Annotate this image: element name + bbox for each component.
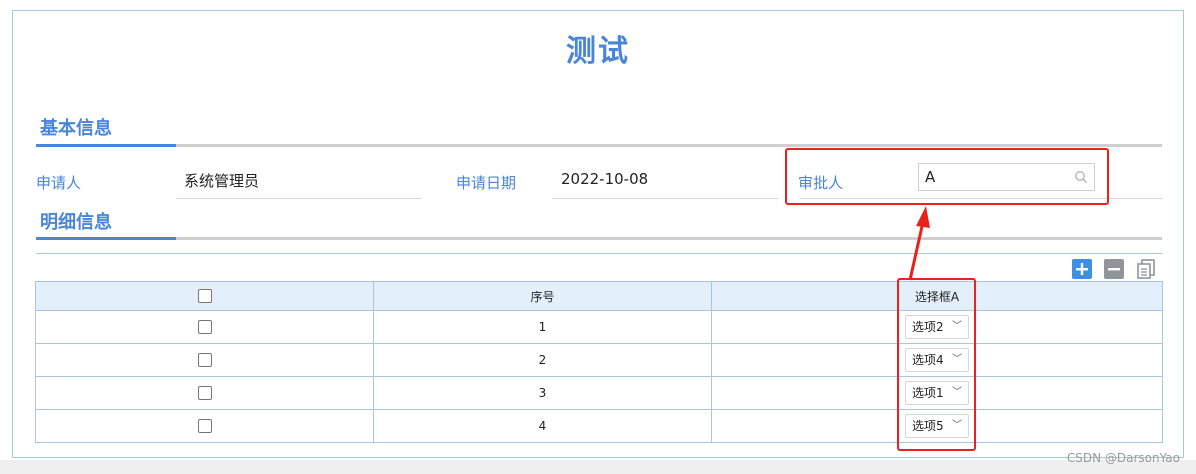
check-cell	[35, 310, 374, 344]
apply-date-value[interactable]: 2022-10-08	[561, 170, 648, 188]
apply-date-underline	[552, 198, 778, 199]
row-checkbox[interactable]	[197, 320, 212, 335]
annotation-box-approver	[785, 148, 1109, 205]
check-cell	[35, 376, 374, 410]
applicant-underline	[176, 198, 421, 199]
index-cell: 4	[373, 409, 712, 443]
table-row: 4 选项5 ﹀	[35, 409, 1163, 443]
plus-icon[interactable]	[1072, 259, 1092, 279]
select-all-checkbox[interactable]	[197, 289, 212, 304]
index-cell: 1	[373, 310, 712, 344]
apply-date-label: 申请日期	[456, 174, 517, 192]
header-check-cell	[35, 281, 374, 311]
table-row: 1 选项2 ﹀	[35, 310, 1163, 344]
table-row: 2 选项4 ﹀	[35, 343, 1163, 377]
bottom-strip	[0, 460, 1196, 474]
section-accent-detail	[36, 237, 176, 240]
check-cell	[35, 343, 374, 377]
row-checkbox[interactable]	[197, 419, 212, 434]
table-row: 3 选项1 ﹀	[35, 376, 1163, 410]
page-title: 测试	[566, 34, 630, 69]
check-cell	[35, 409, 374, 443]
watermark: CSDN @DarsonYao	[1066, 451, 1180, 465]
detail-table: 序号 选择框A 1 选项2 ﹀ 2 选项4 ﹀ 3 选项1 ﹀ 4 选项5 ﹀	[35, 281, 1163, 443]
copy-icon[interactable]	[1136, 259, 1156, 279]
section-divider-detail	[36, 237, 1162, 240]
header-index: 序号	[373, 281, 712, 311]
grid-top-line	[36, 253, 1162, 254]
row-checkbox[interactable]	[197, 386, 212, 401]
section-title-detail: 明细信息	[40, 212, 112, 233]
minus-icon[interactable]	[1104, 259, 1124, 279]
row-checkbox[interactable]	[197, 353, 212, 368]
index-cell: 3	[373, 376, 712, 410]
section-divider-basic	[36, 144, 1162, 147]
table-header-row: 序号 选择框A	[35, 281, 1163, 311]
index-cell: 2	[373, 343, 712, 377]
applicant-label: 申请人	[36, 174, 82, 192]
section-title-basic: 基本信息	[40, 118, 112, 139]
applicant-value: 系统管理员	[184, 172, 260, 190]
annotation-box-select-column	[897, 278, 976, 451]
section-accent-basic	[36, 144, 176, 147]
